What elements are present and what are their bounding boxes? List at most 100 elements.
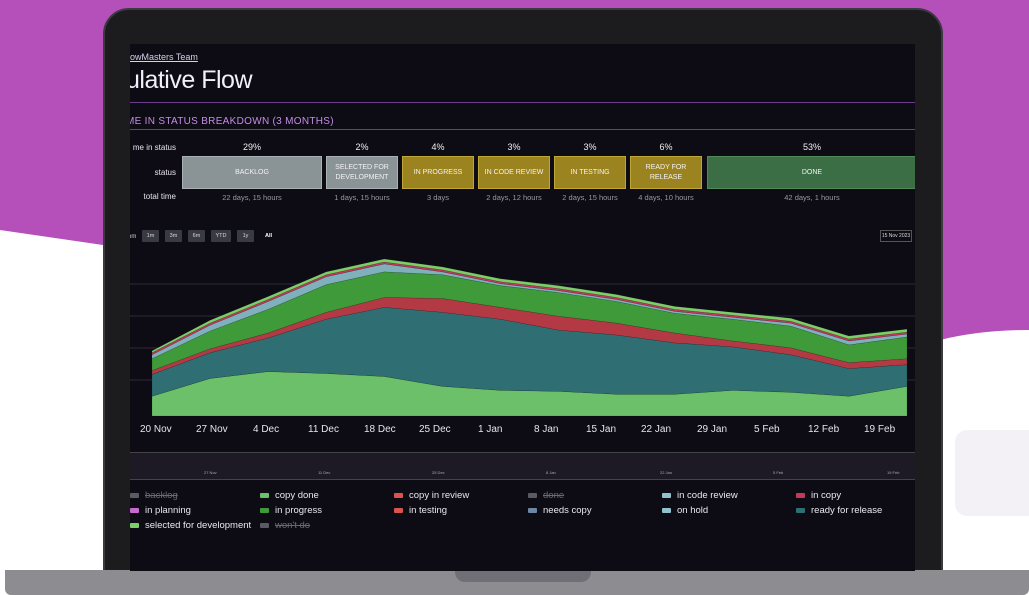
legend-label: won't do <box>275 520 311 531</box>
legend-item[interactable]: done <box>528 490 564 501</box>
legend-swatch <box>528 508 537 513</box>
legend-label: needs copy <box>543 505 592 516</box>
selected-percent: 2% <box>355 142 369 152</box>
legend-item[interactable]: backlog <box>130 490 178 501</box>
legend-item[interactable]: selected for development <box>130 520 251 531</box>
legend-swatch <box>394 508 403 513</box>
legend-item[interactable]: in testing <box>394 505 447 516</box>
section-divider <box>130 129 915 130</box>
legend-swatch <box>662 508 671 513</box>
legend-swatch <box>528 493 537 498</box>
legend-label: in progress <box>275 505 322 516</box>
legend-label: on hold <box>677 505 709 516</box>
legend-item[interactable]: needs copy <box>528 505 592 516</box>
legend-item[interactable]: ready for release <box>796 505 882 516</box>
side-card <box>955 430 1029 516</box>
done-percent: 53% <box>802 142 821 152</box>
x-tick: 11 Dec <box>308 424 339 435</box>
legend-swatch <box>260 508 269 513</box>
legend-swatch <box>260 493 269 498</box>
x-tick: 22 Jan <box>641 424 672 435</box>
code-review-total: 2 days, 12 hours <box>486 193 542 202</box>
selected-total: 1 days, 15 hours <box>334 193 390 202</box>
ready-status[interactable]: READY FOR RELEASE <box>630 156 702 189</box>
nav-tick: 22 Jan <box>660 470 673 475</box>
x-tick: 20 Nov <box>140 424 172 435</box>
x-tick: 29 Jan <box>697 424 728 435</box>
x-tick: 19 Feb <box>864 424 896 435</box>
code-review-status[interactable]: IN CODE REVIEW <box>478 156 550 189</box>
row-label-percent: me in status <box>132 143 176 152</box>
legend-item[interactable]: won't do <box>260 520 310 531</box>
x-tick: 27 Nov <box>196 424 228 435</box>
in-progress-percent: 4% <box>431 142 445 152</box>
ready-percent: 6% <box>659 142 673 152</box>
legend-label: in copy <box>811 490 842 501</box>
testing-status[interactable]: IN TESTING <box>554 156 626 189</box>
legend-swatch <box>130 493 139 498</box>
legend-label: selected for development <box>145 520 252 531</box>
legend-item[interactable]: in planning <box>130 505 191 516</box>
testing-total: 2 days, 15 hours <box>562 193 618 202</box>
x-tick: 4 Dec <box>253 424 280 435</box>
zoom-ytd-button[interactable]: YTD <box>211 230 231 242</box>
legend-label: backlog <box>145 490 178 501</box>
nav-tick: 8 Jan <box>546 470 556 475</box>
legend-swatch <box>130 523 139 528</box>
x-tick: 1 Jan <box>478 424 503 435</box>
selected-status[interactable]: SELECTED FOR DEVELOPMENT <box>326 156 398 189</box>
zoom-1y-button[interactable]: 1y <box>237 230 254 242</box>
x-tick: 18 Dec <box>364 424 396 435</box>
nav-tick: 5 Feb <box>773 470 784 475</box>
zoom-label: om <box>130 234 137 240</box>
in-progress-status[interactable]: IN PROGRESS <box>402 156 474 189</box>
title-divider <box>130 102 915 103</box>
backlog-status[interactable]: BACKLOG <box>182 156 322 189</box>
page-title: ulative Flow <box>130 66 253 94</box>
backlog-percent: 29% <box>242 142 261 152</box>
x-tick: 25 Dec <box>419 424 451 435</box>
x-tick: 5 Feb <box>754 424 780 435</box>
legend-swatch <box>796 493 805 498</box>
legend-label: copy in review <box>409 490 470 501</box>
legend-label: done <box>543 490 565 501</box>
legend-swatch <box>260 523 269 528</box>
legend-swatch <box>796 508 805 513</box>
legend-label: copy done <box>275 490 319 501</box>
zoom-all-button[interactable]: All <box>260 230 277 242</box>
nav-tick: 25 Dec <box>432 470 445 475</box>
zoom-3m-button[interactable]: 3m <box>165 230 182 242</box>
legend-item[interactable]: in copy <box>796 490 841 501</box>
legend-label: in testing <box>409 505 448 516</box>
date-range-input[interactable]: 15 Nov 2023 <box>880 230 912 242</box>
laptop-notch <box>455 570 591 582</box>
ready-total: 4 days, 10 hours <box>638 193 694 202</box>
row-label-total: total time <box>143 192 176 201</box>
cumulative-flow-chart[interactable] <box>130 254 915 416</box>
x-tick: 8 Jan <box>534 424 559 435</box>
legend-item[interactable]: in progress <box>260 505 322 516</box>
legend-item[interactable]: on hold <box>662 505 708 516</box>
x-tick: 12 Feb <box>808 424 840 435</box>
zoom-1m-button[interactable]: 1m <box>142 230 159 242</box>
nav-tick: 11 Dec <box>318 470 331 475</box>
row-label-status: status <box>154 168 176 177</box>
legend-swatch <box>662 493 671 498</box>
legend-item[interactable]: copy in review <box>394 490 469 501</box>
legend-item[interactable]: in code review <box>662 490 738 501</box>
app-screen: owMasters Team ulative Flow ME IN STATUS… <box>130 44 915 571</box>
legend-label: in code review <box>677 490 738 501</box>
team-link[interactable]: owMasters Team <box>130 52 198 62</box>
x-tick: 15 Jan <box>586 424 617 435</box>
legend-item[interactable]: copy done <box>260 490 319 501</box>
done-status[interactable]: DONE <box>707 156 915 189</box>
code-review-percent: 3% <box>507 142 521 152</box>
range-navigator[interactable] <box>130 452 915 480</box>
nav-tick: 27 Nov <box>204 470 217 475</box>
legend-label: in planning <box>145 505 191 516</box>
legend-label: ready for release <box>811 505 883 516</box>
legend-swatch <box>130 508 139 513</box>
zoom-6m-button[interactable]: 6m <box>188 230 205 242</box>
done-total: 42 days, 1 hours <box>784 193 840 202</box>
in-progress-total: 3 days <box>426 193 450 202</box>
